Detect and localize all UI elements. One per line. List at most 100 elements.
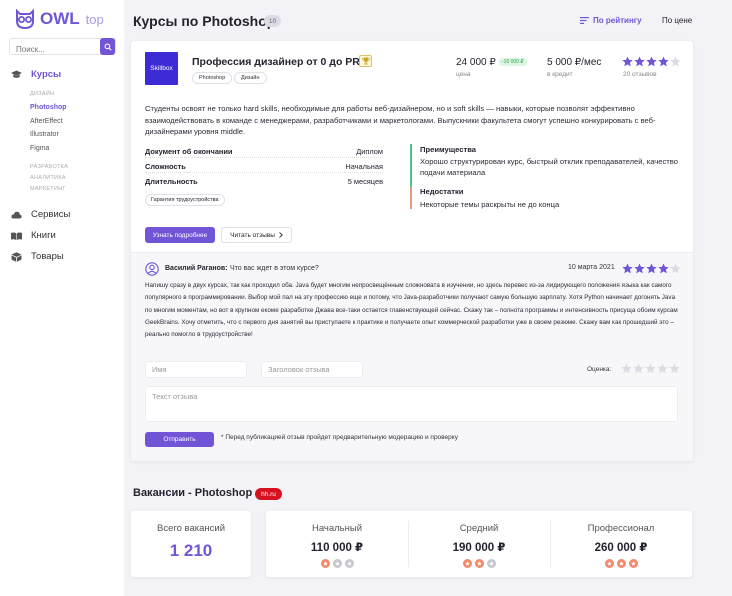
review-text-area[interactable]: Текст отзыва bbox=[145, 386, 678, 422]
credit-label: в кредит bbox=[547, 71, 573, 78]
star-filled-icon bbox=[646, 56, 657, 67]
trophy-badge bbox=[359, 55, 372, 67]
level-dot-inactive-icon bbox=[486, 559, 496, 568]
nav-services[interactable]: Сервисы bbox=[11, 209, 70, 220]
pros-indicator bbox=[410, 144, 412, 188]
level-dot-inactive-icon bbox=[332, 559, 342, 568]
pros-text: Хорошо структурирован курс, быстрый откл… bbox=[420, 157, 678, 178]
salary-level-junior: Начальный 110 000 ₽ bbox=[266, 511, 408, 577]
reviews-count[interactable]: 20 отзывов bbox=[623, 71, 657, 78]
submit-review-button[interactable]: Отправить bbox=[145, 432, 214, 447]
star-filled-icon bbox=[658, 263, 669, 274]
review-title-input[interactable]: Заголовок отзыва bbox=[261, 361, 363, 378]
course-price: 24 000 ₽ bbox=[456, 57, 496, 68]
star-filled-icon bbox=[622, 56, 633, 67]
detail-value-difficulty: Начальная bbox=[345, 162, 383, 171]
hh-badge[interactable]: hh.ru bbox=[255, 488, 282, 500]
nav-category-development[interactable]: РАЗРАБОТКА bbox=[30, 164, 68, 170]
detail-value-duration: 5 месяцев bbox=[347, 177, 383, 186]
level-indicator bbox=[408, 559, 550, 568]
nav-category-marketing[interactable]: МАРКЕТИНГ bbox=[30, 186, 66, 192]
nav-books[interactable]: Книги bbox=[11, 230, 56, 241]
review-text: Напишу сразу в двух курсах, так как прох… bbox=[145, 282, 678, 339]
cons-indicator bbox=[410, 187, 412, 209]
price-label: цена bbox=[456, 71, 471, 78]
rating-label: Оценка: bbox=[587, 366, 612, 373]
level-salary: 260 000 ₽ bbox=[594, 542, 648, 554]
learn-more-button[interactable]: Узнать подробнее bbox=[145, 227, 215, 243]
nav-books-label: Книги bbox=[31, 230, 56, 241]
name-input[interactable]: Имя bbox=[145, 361, 247, 378]
review-date: 10 марта 2021 bbox=[568, 264, 615, 271]
level-salary: 190 000 ₽ bbox=[452, 542, 506, 554]
read-reviews-label: Читать отзывы bbox=[230, 231, 275, 239]
level-dot-active-icon bbox=[474, 559, 484, 568]
nav-courses[interactable]: Курсы bbox=[11, 69, 61, 80]
chevron-right-icon bbox=[279, 232, 283, 238]
tag-photoshop[interactable]: Photoshop bbox=[192, 72, 233, 84]
star-filled-icon bbox=[622, 263, 633, 274]
nav-item-photoshop[interactable]: Photoshop bbox=[30, 104, 67, 111]
book-icon bbox=[11, 232, 22, 240]
cloud-icon bbox=[11, 211, 22, 218]
salary-level-senior: Профессионал 260 000 ₽ bbox=[550, 511, 692, 577]
level-label: Начальный bbox=[311, 523, 363, 534]
nav-goods[interactable]: Товары bbox=[11, 251, 64, 262]
credit-price: 5 000 ₽/мес bbox=[547, 57, 602, 68]
star-empty-icon[interactable] bbox=[621, 363, 632, 374]
star-empty-icon[interactable] bbox=[657, 363, 668, 374]
level-label: Профессионал bbox=[587, 523, 655, 534]
star-empty-icon[interactable] bbox=[633, 363, 644, 374]
salary-level-middle: Средний 190 000 ₽ bbox=[408, 511, 550, 577]
total-vacancies-card: Всего вакансий 1 210 bbox=[131, 511, 251, 577]
nav-category-analytics[interactable]: АНАЛИТИКА bbox=[30, 175, 66, 181]
level-dot-active-icon bbox=[628, 559, 638, 568]
detail-label-duration: Длительность bbox=[145, 177, 198, 186]
cons-title: Недостатки bbox=[420, 187, 464, 196]
review-rating-stars bbox=[622, 263, 681, 274]
cons-text: Некоторые темы раскрыты не до конца bbox=[420, 200, 560, 209]
moderation-note: * Перед публикацией отзыв пройдет предва… bbox=[221, 434, 458, 441]
page-title: Курсы по Photoshop bbox=[133, 13, 276, 29]
detail-value-document: Диплом bbox=[356, 147, 383, 156]
total-vacancies-label: Всего вакансий bbox=[156, 523, 226, 534]
school-logo[interactable]: Skillbox bbox=[145, 52, 178, 85]
guarantee-chip: Гарантия трудоустройства bbox=[145, 194, 225, 206]
nav-item-figma[interactable]: Figma bbox=[30, 145, 49, 152]
level-dot-active-icon bbox=[616, 559, 626, 568]
box-icon bbox=[11, 251, 22, 262]
sidebar: OWL top Курсы ДИЗАЙН Photoshop AfterEffe… bbox=[0, 0, 124, 596]
rating-input-stars[interactable] bbox=[621, 363, 680, 374]
star-empty-icon[interactable] bbox=[645, 363, 656, 374]
course-title[interactable]: Профессия дизайнер от 0 до PRO bbox=[192, 56, 368, 68]
star-filled-icon bbox=[658, 56, 669, 67]
brand-name: OWL bbox=[40, 9, 80, 28]
logo[interactable]: OWL top bbox=[14, 9, 104, 29]
salary-levels-card: Начальный 110 000 ₽ Средний 190 000 ₽ Пр… bbox=[266, 511, 692, 577]
search-button[interactable] bbox=[100, 38, 115, 55]
nav-item-illustrator[interactable]: Illustrator bbox=[30, 131, 59, 138]
level-salary: 110 000 ₽ bbox=[310, 542, 364, 554]
level-indicator bbox=[550, 559, 692, 568]
star-filled-icon bbox=[634, 263, 645, 274]
user-avatar-icon bbox=[145, 262, 159, 276]
level-dot-active-icon bbox=[604, 559, 614, 568]
tag-design[interactable]: Дизайн bbox=[234, 72, 267, 84]
course-description: Студенты освоят не только hard skills, н… bbox=[145, 104, 656, 137]
detail-label-document: Документ об окончании bbox=[145, 147, 233, 156]
star-empty-icon[interactable] bbox=[669, 363, 680, 374]
read-reviews-button[interactable]: Читать отзывы bbox=[221, 227, 292, 243]
level-dot-active-icon bbox=[462, 559, 472, 568]
nav-item-aftereffect[interactable]: AfterEffect bbox=[30, 118, 63, 125]
detail-label-difficulty: Сложность bbox=[145, 162, 186, 171]
search-input[interactable] bbox=[10, 42, 98, 57]
course-rating-stars bbox=[622, 56, 681, 67]
sort-by-price[interactable]: По цене bbox=[662, 16, 692, 25]
detail-divider bbox=[145, 172, 383, 173]
star-filled-icon bbox=[646, 263, 657, 274]
nav-category-design[interactable]: ДИЗАЙН bbox=[30, 91, 54, 97]
sort-by-rating[interactable]: По рейтингу bbox=[580, 16, 642, 25]
trophy-icon bbox=[361, 57, 370, 65]
vacancies-title: Вакансии - Photoshop bbox=[133, 487, 253, 499]
owl-icon bbox=[16, 9, 34, 29]
